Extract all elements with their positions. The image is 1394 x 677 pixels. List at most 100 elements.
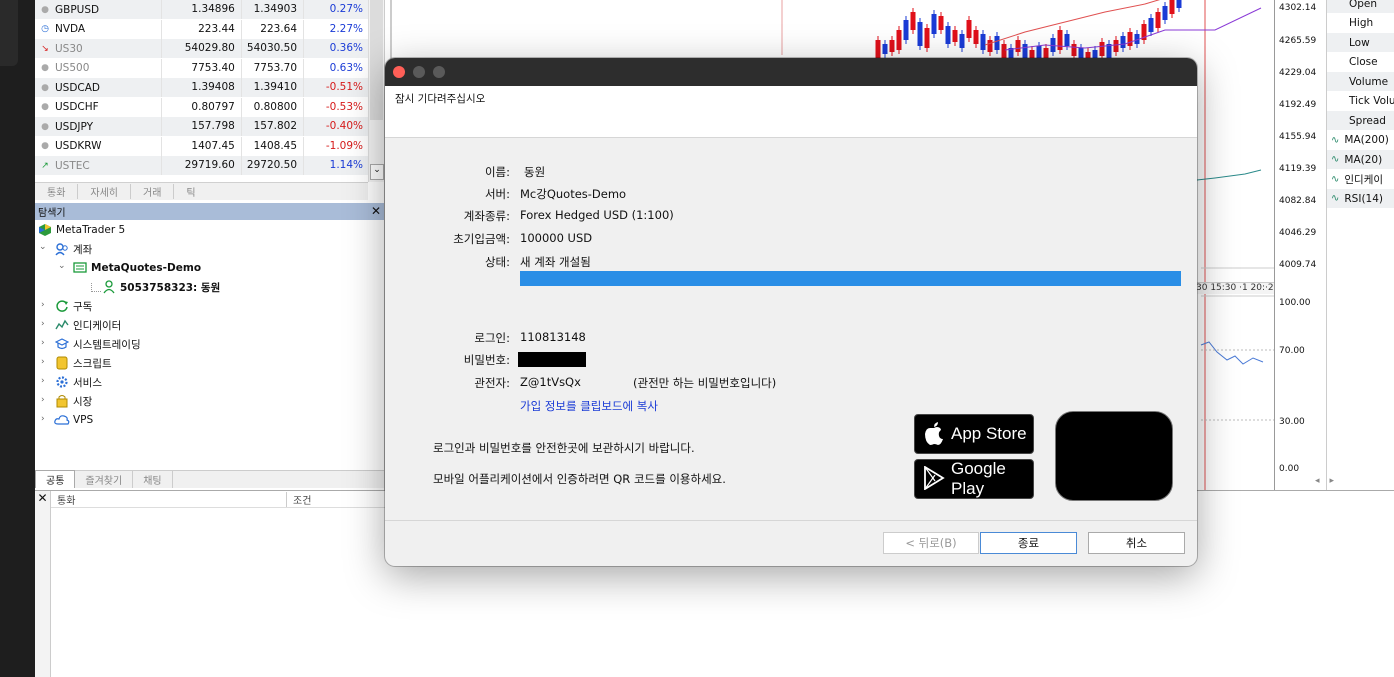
market-watch-scrollbar[interactable]: ⌄	[368, 0, 384, 182]
change-cell: -0.53%	[303, 97, 368, 117]
tree-item-vps[interactable]: VPS	[54, 411, 93, 429]
login-value: 110813148	[520, 330, 586, 344]
tree-item-indicators[interactable]: 인디케이터	[54, 316, 121, 334]
dot-icon: ●	[41, 4, 49, 15]
candle-body	[1078, 48, 1084, 58]
bid-cell: 0.80797	[160, 97, 241, 117]
market-watch-row[interactable]: ● USDCHF 0.80797 0.80800 -0.53%	[35, 97, 368, 117]
expand-chevron-icon[interactable]: ⌄	[39, 242, 47, 252]
tab-favorites[interactable]: 즐겨찾기	[75, 471, 134, 488]
market-watch-row[interactable]: ↗ USTEC 29719.60 29720.50 1.14%	[35, 156, 368, 176]
change-cell: 1.14%	[303, 156, 368, 176]
collapse-chevron-icon[interactable]: ›	[41, 319, 45, 329]
tab-common[interactable]: 공통	[35, 470, 76, 488]
tab-ticks[interactable]: 틱	[174, 184, 207, 199]
maximize-window-icon[interactable]	[433, 66, 445, 78]
copy-to-clipboard-link[interactable]: 가입 정보를 클립보드에 복사	[520, 398, 658, 414]
column-symbol[interactable]: 통화	[51, 491, 287, 507]
collapse-chevron-icon[interactable]: ›	[41, 414, 45, 424]
candle-body	[882, 44, 888, 54]
navigator-tabs: 공통 즐겨찾기 채팅	[35, 470, 385, 488]
candle-body	[1120, 36, 1126, 48]
market-watch-row[interactable]: ● GBPUSD 1.34896 1.34903 0.27%	[35, 0, 368, 20]
app-store-button[interactable]: App Store	[914, 414, 1034, 454]
scroll-left-icon[interactable]: ◂	[1315, 476, 1320, 486]
candle-body	[1148, 18, 1154, 32]
cancel-button[interactable]: 취소	[1088, 532, 1185, 554]
close-window-icon[interactable]	[393, 66, 405, 78]
market-watch-row[interactable]: ◷ NVDA 223.44 223.64 2.27%	[35, 19, 368, 39]
candle-body	[1162, 6, 1168, 20]
scroll-down-icon[interactable]: ⌄	[370, 164, 384, 180]
market-watch: ● GBPUSD 1.34896 1.34903 0.27% ◷ NVDA 223.44 223…	[35, 0, 368, 182]
market-watch-row[interactable]: ● USDJPY 157.798 157.802 -0.40%	[35, 117, 368, 137]
collapse-chevron-icon[interactable]: ›	[41, 300, 45, 310]
ask-cell: 1.34903	[240, 0, 303, 20]
tree-item-market[interactable]: 시장	[54, 392, 92, 410]
cloud-icon	[54, 413, 70, 427]
bid-cell: 1.39408	[160, 78, 241, 98]
market-watch-tabs: 통화 자세히 거래 틱	[35, 182, 368, 200]
tab-trading[interactable]: 거래	[131, 184, 175, 199]
price-tick-label: 30.00	[1279, 417, 1305, 427]
tree-item-accounts[interactable]: 계좌	[54, 240, 92, 258]
scroll-right-icon[interactable]: ▸	[1329, 476, 1334, 486]
tree-item-label: 인디케이터	[73, 319, 122, 332]
expand-chevron-icon[interactable]: ⌄	[58, 261, 66, 271]
name-value: 동원	[524, 165, 546, 179]
collapse-chevron-icon[interactable]: ›	[41, 395, 45, 405]
market-watch-row[interactable]: ● USDKRW 1407.45 1408.45 -1.09%	[35, 136, 368, 156]
tree-item-scripts[interactable]: 스크립트	[54, 354, 112, 372]
bid-cell: 1.34896	[160, 0, 241, 20]
price-tick-label: 4009.74	[1279, 260, 1317, 270]
minimize-window-icon[interactable]	[413, 66, 425, 78]
back-button[interactable]: < 뒤로(B)	[883, 532, 979, 554]
tree-item-subscriptions[interactable]: 구독	[54, 297, 92, 315]
data-window: OpenHighLowCloseVolumeTick VolumeSpread∿…	[1326, 0, 1394, 490]
candle-body	[1071, 44, 1077, 56]
tree-item-server[interactable]: MetaQuotes-Demo	[72, 259, 201, 277]
chart-scroll-arrows[interactable]: ◂ ▸	[1274, 472, 1394, 490]
tab-symbols[interactable]: 통화	[35, 184, 79, 199]
tree-item-root[interactable]: MetaTrader 5	[37, 221, 125, 239]
dialog-header-area: 잠시 기다려주십시오	[385, 86, 1197, 138]
market-watch-row[interactable]: ● USDCAD 1.39408 1.39410 -0.51%	[35, 78, 368, 98]
candle-body	[1001, 44, 1007, 58]
change-cell: 0.27%	[303, 0, 368, 20]
shopping-bag-icon	[54, 394, 70, 408]
google-play-button[interactable]: Google Play	[914, 459, 1034, 499]
change-cell: -0.40%	[303, 117, 368, 137]
finish-button[interactable]: 종료	[980, 532, 1077, 554]
collapse-chevron-icon[interactable]: ›	[41, 357, 45, 367]
dialog-heading: 잠시 기다려주십시오	[395, 93, 486, 105]
tree-item-label: 서비스	[73, 376, 102, 389]
column-condition[interactable]: 조건	[287, 492, 311, 507]
collapse-chevron-icon[interactable]: ›	[41, 376, 45, 386]
navigator-close-icon[interactable]: ✕	[371, 204, 381, 218]
ask-cell: 29720.50	[240, 156, 303, 176]
tree-item-account[interactable]: 5053758323: 동원	[91, 278, 220, 296]
market-watch-row[interactable]: ● US500 7753.40 7753.70 0.63%	[35, 58, 368, 78]
candle-body	[1176, 0, 1182, 8]
data-window-row: Low	[1327, 33, 1394, 53]
tree-item-label: 스크립트	[73, 357, 112, 370]
toolbox-close-icon[interactable]: ✕	[35, 491, 51, 677]
tab-details[interactable]: 자세히	[78, 184, 132, 199]
account-type-label: 계좌종류:	[463, 209, 510, 223]
candle-body	[1113, 40, 1119, 52]
app-store-label: App Store	[951, 424, 1027, 443]
status-value: 새 계좌 개설됨	[520, 255, 591, 269]
data-window-row: Volume	[1327, 72, 1394, 92]
price-tick-label: 4192.49	[1279, 100, 1317, 110]
candle-body	[994, 36, 1000, 50]
candle-body	[1169, 0, 1175, 14]
tree-item-experts[interactable]: 시스템트레이딩	[54, 335, 141, 353]
data-window-row: Spread	[1327, 111, 1394, 131]
gear-icon	[54, 375, 70, 389]
market-watch-row[interactable]: ↘ US30 54029.80 54030.50 0.36%	[35, 39, 368, 59]
candle-body	[910, 12, 916, 30]
tab-chat[interactable]: 채팅	[133, 471, 173, 488]
collapse-chevron-icon[interactable]: ›	[41, 338, 45, 348]
tree-item-services[interactable]: 서비스	[54, 373, 102, 391]
symbol-cell: NVDA	[54, 23, 86, 36]
